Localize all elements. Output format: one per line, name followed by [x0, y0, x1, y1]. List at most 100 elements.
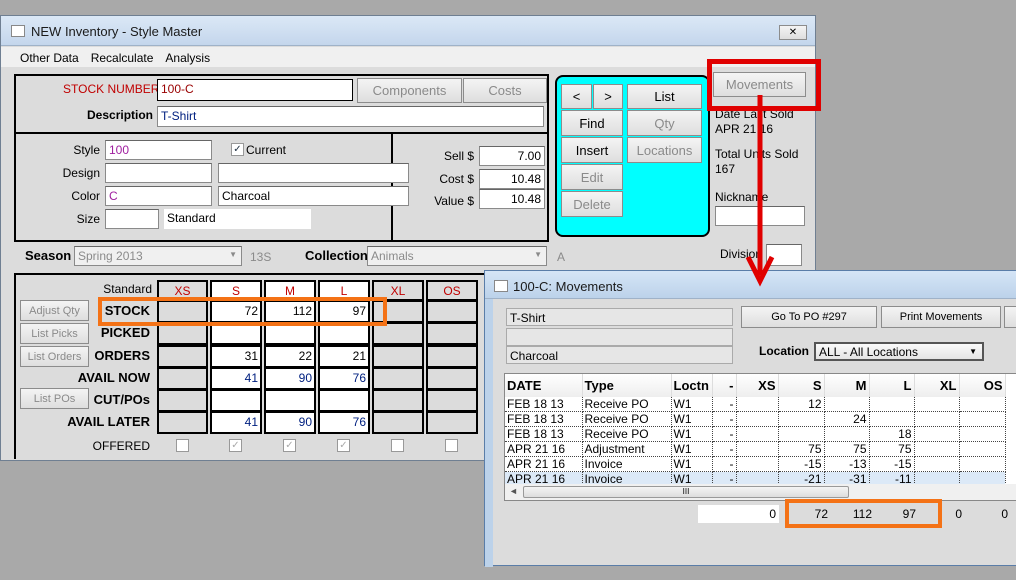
find-button[interactable]: Find	[561, 110, 623, 136]
design-desc-input[interactable]	[218, 163, 409, 183]
movement-cell: -15	[869, 456, 915, 472]
qty-cell	[426, 322, 478, 345]
qty-cell[interactable]: 31	[210, 345, 262, 368]
stock-number-input[interactable]: 100-C	[157, 79, 353, 101]
sell-input[interactable]: 7.00	[479, 146, 545, 166]
chevron-down-icon: ▼	[534, 250, 542, 259]
movement-cell	[959, 456, 1006, 472]
stock-row-highlight	[98, 297, 387, 326]
column-header[interactable]: L	[869, 374, 915, 397]
movements-window: 100-C: Movements T-Shirt Charcoal Go To …	[484, 270, 1016, 567]
current-checkbox[interactable]: ✓	[231, 143, 244, 156]
offered-checkbox[interactable]	[445, 439, 458, 452]
column-header[interactable]: -	[712, 374, 737, 397]
current-label: Current	[246, 143, 287, 157]
more-button[interactable]	[1004, 306, 1016, 328]
close-button[interactable]: ✕	[779, 25, 807, 40]
offered-checkbox[interactable]: ✓	[337, 439, 350, 452]
mv-description-field: T-Shirt	[506, 308, 733, 326]
adjust-qty-button[interactable]: Adjust Qty	[20, 300, 89, 321]
offered-checkbox[interactable]: ✓	[229, 439, 242, 452]
qty-cell[interactable]	[318, 389, 370, 412]
style-input[interactable]: 100	[105, 140, 212, 160]
description-label: Description	[87, 108, 154, 122]
column-header[interactable]: S	[778, 374, 825, 397]
color-input[interactable]: C	[105, 186, 212, 206]
components-button[interactable]: Components	[357, 78, 462, 103]
delete-button[interactable]: Delete	[561, 191, 623, 217]
qty-cell[interactable]	[210, 389, 262, 412]
scroll-thumb[interactable]: III	[523, 486, 849, 498]
cost-input[interactable]: 10.48	[479, 169, 545, 189]
qty-cell[interactable]: 21	[318, 345, 370, 368]
design-input[interactable]	[105, 163, 212, 183]
costs-button[interactable]: Costs	[463, 78, 547, 103]
movement-row[interactable]: FEB 18 13 Receive PO W1- 24	[505, 411, 1006, 427]
qty-cell[interactable]: 41	[210, 411, 262, 434]
column-header[interactable]: M	[824, 374, 870, 397]
location-select[interactable]: ALL - All Locations ▼	[814, 342, 984, 361]
qty-cell[interactable]: 76	[318, 411, 370, 434]
stock-number-label: STOCK NUMBER	[63, 82, 160, 96]
qty-cell[interactable]: 22	[264, 345, 316, 368]
movement-cell: 18	[869, 426, 915, 442]
qty-cell	[372, 389, 424, 412]
movement-cell: -13	[824, 456, 870, 472]
list-picks-button[interactable]: List Picks	[20, 323, 89, 344]
offered-checkbox[interactable]	[391, 439, 404, 452]
movement-cell: FEB 18 13	[505, 426, 583, 442]
list-pos-button[interactable]: List POs	[20, 388, 89, 409]
column-header[interactable]: Type	[582, 374, 672, 397]
qty-button[interactable]: Qty	[627, 110, 702, 136]
column-header[interactable]: XS	[736, 374, 779, 397]
print-movements-button[interactable]: Print Movements	[881, 306, 1001, 328]
movement-cell: Invoice	[582, 456, 672, 472]
qty-cell[interactable]: 90	[264, 411, 316, 434]
go-to-po-button[interactable]: Go To PO #297	[741, 306, 877, 328]
prev-button[interactable]: <	[561, 84, 592, 109]
offered-checkbox[interactable]	[176, 439, 189, 452]
list-button[interactable]: List	[627, 84, 702, 109]
movement-row[interactable]: APR 21 16 Adjustment W1-75 75 75	[505, 441, 1006, 457]
value-input[interactable]: 10.48	[479, 189, 545, 209]
movement-row[interactable]: FEB 18 13 Receive PO W1- 18	[505, 426, 1006, 442]
menu-recalculate[interactable]: Recalculate	[91, 51, 154, 67]
style-label: Style	[73, 143, 100, 157]
list-orders-button[interactable]: List Orders	[20, 346, 89, 367]
movement-row[interactable]: FEB 18 13 Receive PO W1- 12	[505, 397, 1006, 412]
menu-other-data[interactable]: Other Data	[20, 51, 79, 67]
movement-cell	[869, 411, 915, 427]
edit-button[interactable]: Edit	[561, 164, 623, 190]
movement-cell: Receive PO	[582, 397, 672, 412]
movement-row[interactable]: APR 21 16 Invoice W1- -15 -13 -15	[505, 456, 1006, 472]
movement-cell	[824, 426, 870, 442]
season-select[interactable]: Spring 2013 ▼	[74, 246, 242, 266]
movement-cell: APR 21 16	[505, 441, 583, 457]
movement-cell: -	[712, 456, 737, 472]
size-header-os: OS	[426, 280, 478, 301]
scroll-left-icon[interactable]: ◄	[509, 486, 518, 496]
column-header[interactable]: DATE	[505, 374, 583, 397]
qty-cell[interactable]: 90	[264, 367, 316, 390]
offered-checkbox[interactable]: ✓	[283, 439, 296, 452]
movement-cell: W1	[671, 426, 713, 442]
total-units-sold: 167	[715, 162, 736, 176]
column-header[interactable]: XL	[914, 374, 960, 397]
qty-cell[interactable]	[264, 389, 316, 412]
color-name-input[interactable]: Charcoal	[218, 186, 409, 206]
size-input[interactable]	[105, 209, 159, 229]
insert-button[interactable]: Insert	[561, 137, 623, 163]
horizontal-scrollbar[interactable]: ◄ III	[505, 484, 1016, 500]
mv-color-field: Charcoal	[506, 346, 733, 364]
movement-cell: 24	[824, 411, 870, 427]
qty-cell[interactable]: 76	[318, 367, 370, 390]
column-header[interactable]: OS	[959, 374, 1006, 397]
description-input[interactable]: T-Shirt	[157, 106, 544, 127]
locations-button[interactable]: Locations	[627, 137, 702, 163]
qty-cell[interactable]: 41	[210, 367, 262, 390]
qty-cell	[157, 411, 208, 434]
menu-analysis[interactable]: Analysis	[165, 51, 210, 67]
next-button[interactable]: >	[593, 84, 623, 109]
column-header[interactable]: Loctn	[671, 374, 713, 397]
collection-select[interactable]: Animals ▼	[367, 246, 547, 266]
